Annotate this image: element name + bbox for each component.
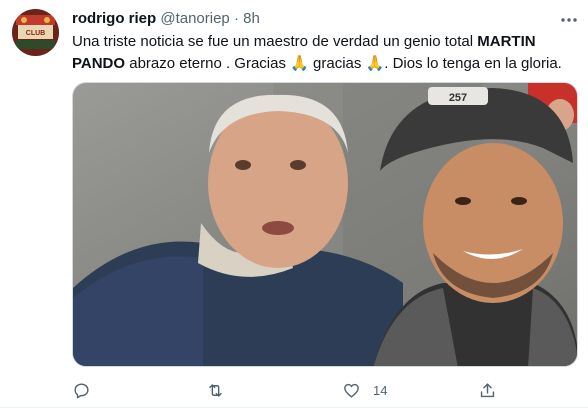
author-name[interactable]: rodrigo riep <box>72 10 156 27</box>
retweet-icon <box>209 383 222 397</box>
author-handle[interactable]: @tanoriep <box>160 10 229 27</box>
tweet-actions: 14 <box>72 378 502 402</box>
retweet-button[interactable] <box>206 378 225 402</box>
avatar[interactable]: CLUB <box>12 9 59 56</box>
svg-text:CLUB: CLUB <box>26 30 45 37</box>
share-icon <box>480 382 495 397</box>
more-options-button[interactable] <box>558 9 580 31</box>
separator: · <box>233 10 239 27</box>
tweet-header: rodrigo riep @tanoriep · 8h <box>72 9 260 29</box>
like-button[interactable]: 14 <box>342 378 387 402</box>
heart-icon <box>344 383 359 398</box>
tweet-text: Una triste noticia se fue un maestro de … <box>72 31 572 75</box>
text-part-4: . Dios lo tenga en la gloria. <box>384 55 562 72</box>
more-horizontal-icon <box>561 18 577 22</box>
reply-button[interactable] <box>72 378 91 402</box>
text-part-2: abrazo eterno . Gracias <box>125 55 291 72</box>
timestamp[interactable]: 8h <box>243 10 260 27</box>
tweet[interactable]: CLUB rodrigo riep @tanoriep · 8h Una tri… <box>0 0 588 408</box>
pray-emoji: 🙏 <box>290 55 309 72</box>
pray-emoji: 🙏 <box>365 55 385 72</box>
text-part-3: gracias <box>308 55 366 72</box>
text-part-1: Una triste noticia se fue un maestro de … <box>72 33 478 50</box>
share-button[interactable] <box>478 378 497 402</box>
cap-text: 257 <box>449 92 467 104</box>
reply-icon <box>74 382 89 398</box>
tweet-photo[interactable]: 257 <box>72 82 578 367</box>
like-count: 14 <box>373 382 388 398</box>
